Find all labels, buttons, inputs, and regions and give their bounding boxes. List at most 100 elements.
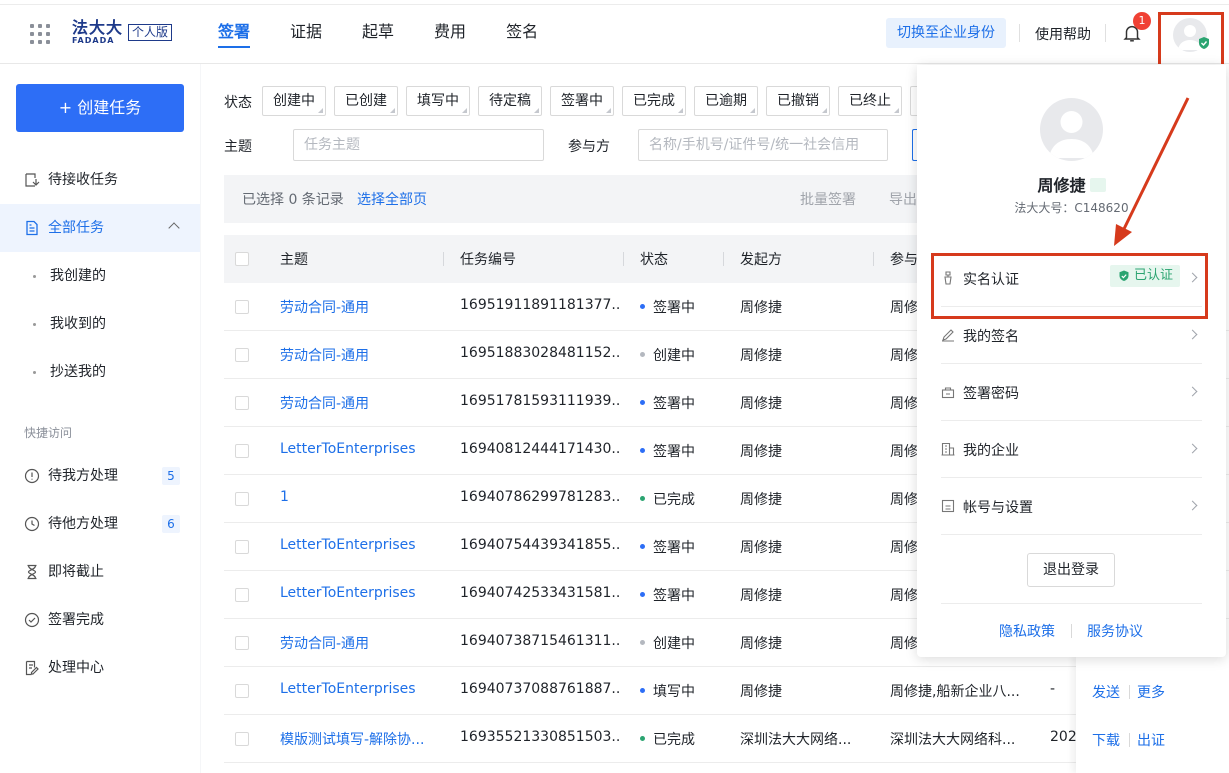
- task-subject-link[interactable]: 劳动合同-通用: [280, 297, 440, 317]
- tab-draft[interactable]: 起草: [362, 0, 394, 64]
- logo-subtext: FADADA: [72, 36, 115, 45]
- status-filter-chip[interactable]: 填写中: [406, 86, 470, 116]
- column-header: 参与: [890, 252, 918, 268]
- status-dot-icon: [640, 399, 645, 405]
- sidebar-sub-cc[interactable]: 抄送我的: [0, 348, 200, 396]
- logo-text: 法大大: [72, 18, 124, 37]
- task-id: 16951781593111939...: [460, 393, 620, 409]
- status-dot-icon: [640, 543, 645, 549]
- chevron-right-icon: [1187, 500, 1198, 511]
- sidebar-item-completed[interactable]: 签署完成: [0, 596, 200, 644]
- row-checkbox[interactable]: [235, 348, 249, 362]
- tab-signature[interactable]: 签名: [506, 0, 538, 64]
- certificate-link[interactable]: 出证: [1137, 730, 1165, 750]
- initiator: 深圳法大大网络...: [740, 732, 852, 748]
- status-filter-chip[interactable]: 已撤销: [766, 86, 830, 116]
- task-subject-link[interactable]: LetterToEnterprises: [280, 681, 440, 697]
- select-all-pages-link[interactable]: 选择全部页: [357, 189, 427, 209]
- status-dot-icon: [640, 495, 645, 501]
- status-filter-chip[interactable]: 签署中: [550, 86, 614, 116]
- task-subject-link[interactable]: 劳动合同-通用: [280, 633, 440, 653]
- row-checkbox[interactable]: [235, 636, 249, 650]
- task-subject-link[interactable]: 模版测试填写-解除协...: [280, 729, 440, 749]
- task-id: 16940742533431581...: [460, 585, 620, 601]
- status-dot-icon: [640, 639, 645, 645]
- status-cell: 创建中: [640, 633, 695, 653]
- notification-badge: 1: [1133, 12, 1151, 30]
- privacy-policy-link[interactable]: 隐私政策: [999, 621, 1055, 641]
- menu-item-sign-password[interactable]: 签署密码: [941, 364, 1202, 421]
- chevron-right-icon: [1187, 386, 1198, 397]
- status-filter-chip[interactable]: 待定稿: [478, 86, 542, 116]
- tab-sign[interactable]: 签署: [218, 0, 251, 64]
- sidebar-item-process-center[interactable]: 处理中心: [0, 644, 200, 692]
- sidebar-item-label: 待接收任务: [48, 172, 118, 188]
- sidebar-sub-created[interactable]: 我创建的: [0, 252, 200, 300]
- apps-grid-icon[interactable]: [30, 24, 50, 44]
- status-cell: 签署中: [640, 393, 695, 413]
- row-checkbox[interactable]: [235, 540, 249, 554]
- profile-name: 周修捷: [1037, 176, 1086, 195]
- main-nav: 签署 证据 起草 费用 签名: [218, 0, 578, 64]
- column-header: 主题: [280, 252, 308, 268]
- tab-evidence[interactable]: 证据: [290, 0, 322, 64]
- task-subject-link[interactable]: 劳动合同-通用: [280, 393, 440, 413]
- column-divider: [723, 252, 724, 266]
- sidebar-item-my-pending[interactable]: 待我方处理 5: [0, 452, 200, 500]
- task-subject-link[interactable]: LetterToEnterprises: [280, 585, 440, 601]
- logout-button[interactable]: 退出登录: [1027, 553, 1115, 587]
- service-agreement-link[interactable]: 服务协议: [1087, 621, 1143, 641]
- menu-item-my-enterprise[interactable]: 我的企业: [941, 421, 1202, 478]
- switch-identity-button[interactable]: 切换至企业身份: [886, 18, 1006, 48]
- select-all-checkbox[interactable]: [235, 252, 249, 266]
- task-id: 16940737088761887...: [460, 681, 620, 697]
- row-checkbox[interactable]: [235, 732, 249, 746]
- tab-fees[interactable]: 费用: [434, 0, 466, 64]
- status-filter-chip[interactable]: 已逾期: [694, 86, 758, 116]
- status-filter-chip[interactable]: 创建中: [262, 86, 326, 116]
- party-input[interactable]: 名称/手机号/证件号/统一社会信用: [638, 129, 888, 161]
- subject-input[interactable]: 任务主题: [293, 129, 544, 161]
- batch-sign-button[interactable]: 批量签署: [800, 189, 856, 209]
- divider: [941, 603, 1202, 604]
- task-subject-link[interactable]: 1: [280, 489, 440, 505]
- more-link[interactable]: 更多: [1137, 682, 1165, 702]
- sidebar-item-expiring[interactable]: 即将截止: [0, 548, 200, 596]
- status-dot-icon: [640, 351, 645, 357]
- sidebar-item-all-tasks[interactable]: 全部任务: [0, 204, 200, 252]
- create-task-button[interactable]: + 创建任务: [16, 84, 184, 132]
- row-checkbox[interactable]: [235, 492, 249, 506]
- row-checkbox[interactable]: [235, 396, 249, 410]
- status-dot-icon: [640, 591, 645, 597]
- task-subject-link[interactable]: 劳动合同-通用: [280, 345, 440, 365]
- task-id: 16940786299781283...: [460, 489, 620, 505]
- sidebar-item-others-pending[interactable]: 待他方处理 6: [0, 500, 200, 548]
- row-checkbox[interactable]: [235, 588, 249, 602]
- status-filter-chip[interactable]: 已终止: [838, 86, 902, 116]
- selected-count: 已选择 0 条记录: [242, 192, 344, 208]
- row-checkbox[interactable]: [235, 444, 249, 458]
- task-id: 16940754439341855...: [460, 537, 620, 553]
- chevron-right-icon: [1187, 443, 1198, 454]
- export-button[interactable]: 导出: [889, 189, 917, 209]
- row-checkbox[interactable]: [235, 300, 249, 314]
- help-link[interactable]: 使用帮助: [1035, 24, 1091, 44]
- status-cell: 创建中: [640, 345, 695, 365]
- status-cell: 签署中: [640, 537, 695, 557]
- row-checkbox[interactable]: [235, 684, 249, 698]
- download-link[interactable]: 下载: [1092, 730, 1120, 750]
- status-filter-chip[interactable]: 已完成: [622, 86, 686, 116]
- column-divider: [873, 252, 874, 266]
- sidebar-item-pending-receive[interactable]: 待接收任务: [0, 156, 200, 204]
- task-subject-link[interactable]: LetterToEnterprises: [280, 441, 440, 457]
- building-icon: [941, 442, 955, 456]
- status-text: 签署中: [653, 396, 695, 412]
- status-filter-chip[interactable]: 已创建: [334, 86, 398, 116]
- send-link[interactable]: 发送: [1092, 682, 1120, 702]
- sidebar-sub-received[interactable]: 我收到的: [0, 300, 200, 348]
- menu-item-account-settings[interactable]: 帐号与设置: [941, 478, 1202, 535]
- column-header: 发起方: [740, 252, 782, 268]
- sidebar-item-label: 处理中心: [48, 660, 104, 676]
- task-subject-link[interactable]: LetterToEnterprises: [280, 537, 440, 553]
- initiator: 周修捷: [740, 588, 782, 604]
